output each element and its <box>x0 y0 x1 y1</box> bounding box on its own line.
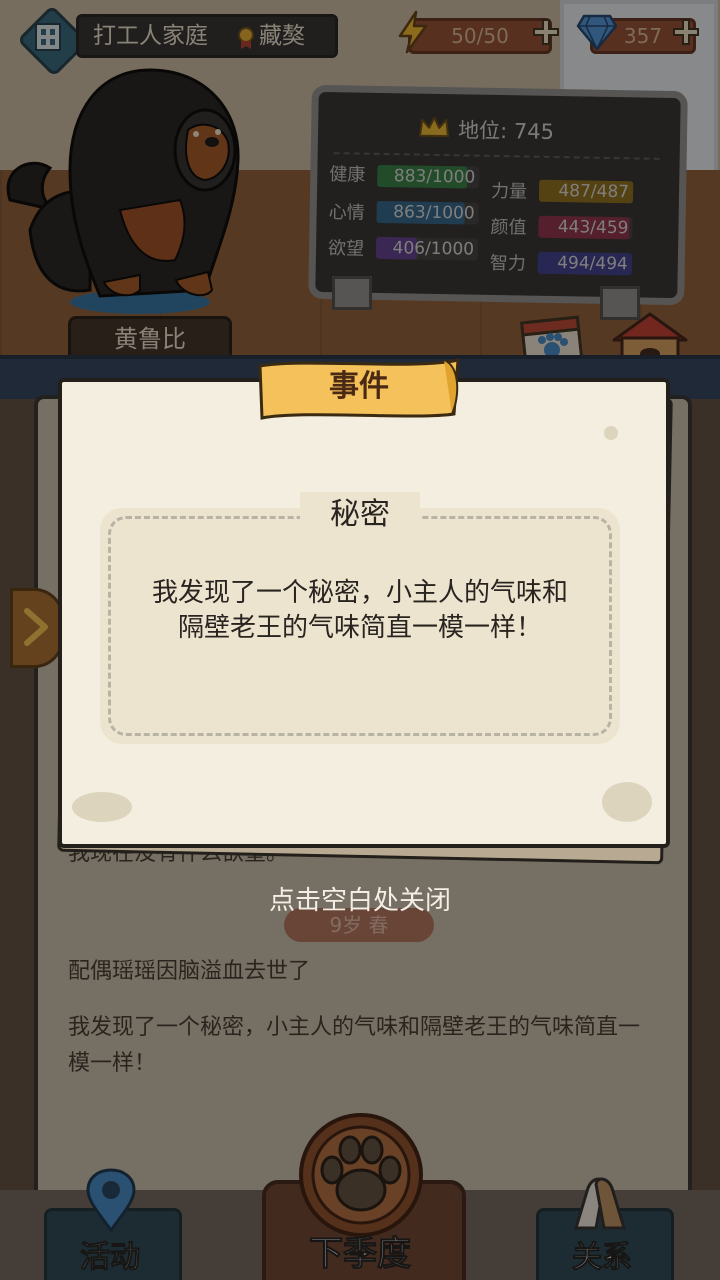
event-heading: 秘密 <box>300 492 420 538</box>
close-hint: 点击空白处关闭 <box>268 886 451 916</box>
paper-stain <box>72 792 132 822</box>
game-screen: 打工人家庭 藏獒 50/50 357 黄鲁比 地位: 745 健康 883/10… <box>0 0 720 1280</box>
dialog-title: 事件 <box>329 369 389 404</box>
paper-stain <box>602 782 652 822</box>
event-description: 我发现了一个秘密，小主人的气味和隔壁老王的气味简直一模一样！ <box>151 578 568 643</box>
paper-stain <box>604 426 618 440</box>
